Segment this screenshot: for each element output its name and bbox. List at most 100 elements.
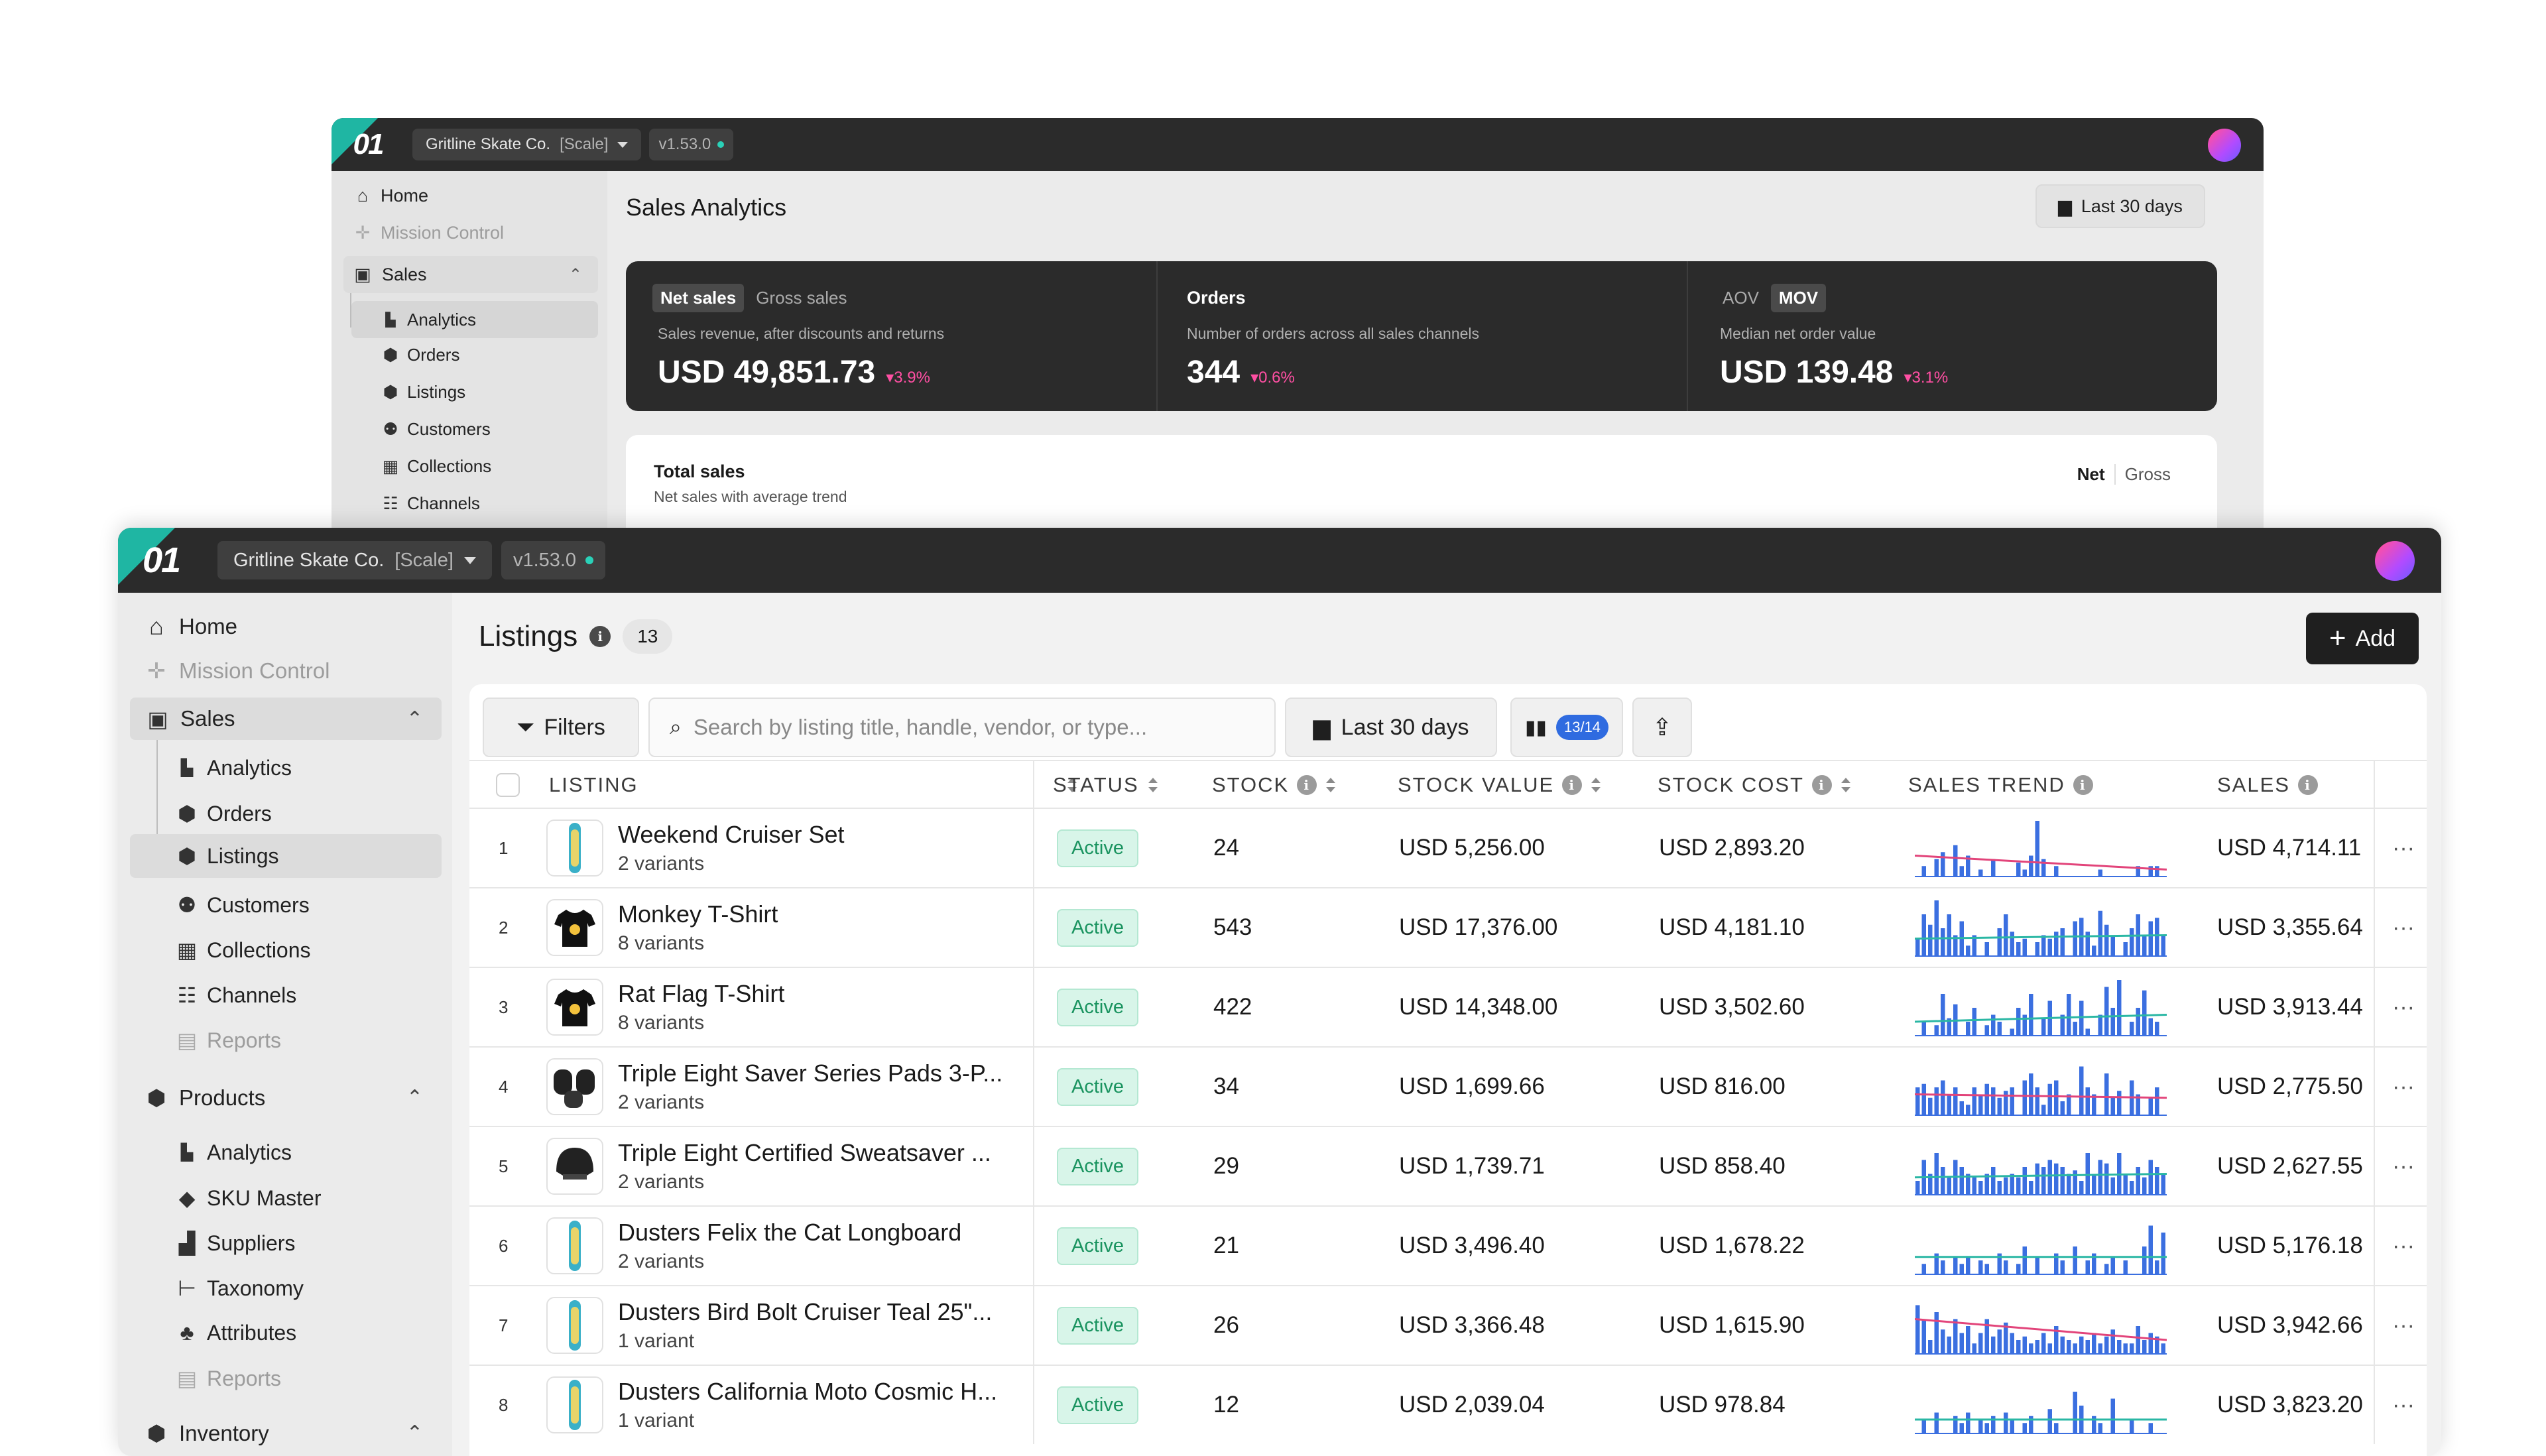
- listing-cell[interactable]: Dusters Bird Bolt Cruiser Teal 25"... 1 …: [546, 1286, 992, 1365]
- back-date-range-button[interactable]: ▆ Last 30 days: [2035, 184, 2205, 228]
- back-nav-orders[interactable]: ⬢ Orders: [382, 345, 460, 365]
- sparkline-trend: [1915, 855, 2167, 871]
- tab-gross-sales[interactable]: Gross sales: [748, 284, 855, 312]
- listing-cell[interactable]: Monkey T-Shirt 8 variants: [546, 888, 778, 967]
- row-menu-button[interactable]: ···: [2392, 1286, 2415, 1365]
- sparkline-bar: [2035, 1087, 2039, 1115]
- back-nav-sales[interactable]: ▣ Sales ⌃: [343, 256, 598, 293]
- kpi-value: USD 139.48: [1720, 355, 1894, 390]
- nav-taxonomy[interactable]: ⊢ Taxonomy: [176, 1276, 304, 1301]
- status-badge: Active: [1057, 829, 1138, 867]
- back-nav-mission[interactable]: ✛ Mission Control: [351, 223, 504, 243]
- row-menu-button[interactable]: ···: [2392, 1366, 2415, 1444]
- back-nav-home[interactable]: ⌂ Home: [351, 186, 428, 206]
- row-menu-button[interactable]: ···: [2392, 968, 2415, 1046]
- nav-sku-master[interactable]: ◆ SKU Master: [176, 1185, 322, 1211]
- listing-cell[interactable]: Weekend Cruiser Set 2 variants: [546, 809, 845, 887]
- table-row[interactable]: 1 Weekend Cruiser Set 2 variants Active …: [469, 808, 2427, 887]
- front-workspace-switcher[interactable]: Gritline Skate Co. [Scale]: [217, 541, 492, 579]
- nav-orders[interactable]: ⬢ Orders: [176, 801, 272, 826]
- col-listing[interactable]: LISTING: [549, 761, 1093, 809]
- tab-aov[interactable]: AOV: [1715, 284, 1767, 312]
- table-row[interactable]: 4 Triple Eight Saver Series Pads 3-P... …: [469, 1046, 2427, 1126]
- table-row[interactable]: 8 Dusters California Moto Cosmic H... 1 …: [469, 1365, 2427, 1444]
- row-menu-button[interactable]: ···: [2392, 1048, 2415, 1126]
- listing-cell[interactable]: Dusters California Moto Cosmic H... 1 va…: [546, 1366, 997, 1444]
- stock-cell: 26: [1213, 1312, 1239, 1338]
- nav-channels[interactable]: ☷ Channels: [176, 983, 297, 1008]
- inbox-icon: ▣: [147, 706, 168, 731]
- status-badge: Active: [1057, 1227, 1138, 1265]
- toggle-gross[interactable]: Gross: [2116, 464, 2180, 485]
- col-status[interactable]: STATUS: [1053, 761, 1158, 809]
- listing-cell[interactable]: Triple Eight Certified Sweatsaver ... 2 …: [546, 1127, 991, 1205]
- nav-products-reports[interactable]: ▤ Reports: [176, 1366, 281, 1391]
- tab-mov[interactable]: MOV: [1770, 284, 1827, 312]
- filters-button[interactable]: ⏷ Filters: [483, 698, 639, 757]
- select-all-checkbox[interactable]: [496, 773, 520, 797]
- sparkline: [1915, 980, 2167, 1036]
- back-nav-customers[interactable]: ⚉ Customers: [382, 419, 490, 440]
- export-button[interactable]: ⇪: [1632, 698, 1692, 757]
- sparkline-bar: [2047, 1083, 2052, 1115]
- col-stock[interactable]: STOCK i: [1212, 761, 1336, 809]
- helmet-icon: [546, 1138, 603, 1195]
- date-range-button[interactable]: ▆ Last 30 days: [1285, 698, 1497, 757]
- nav-products[interactable]: ⬢ Products ⌃: [143, 1085, 442, 1111]
- table-row[interactable]: 7 Dusters Bird Bolt Cruiser Teal 25"... …: [469, 1285, 2427, 1365]
- nav-reports[interactable]: ▤ Reports: [176, 1028, 281, 1053]
- sparkline-bar: [1928, 1097, 1933, 1115]
- columns-button[interactable]: ▮▮ 13/14: [1510, 698, 1623, 757]
- front-avatar[interactable]: [2375, 541, 2415, 581]
- table-row[interactable]: 6 Dusters Felix the Cat Longboard 2 vari…: [469, 1205, 2427, 1285]
- nav-mission-control[interactable]: ✛ Mission Control: [143, 658, 330, 684]
- search-input[interactable]: ⌕ Search by listing title, handle, vendo…: [648, 698, 1276, 757]
- sparkline-bar: [2098, 1343, 2102, 1354]
- status-cell: Active: [1057, 809, 1138, 887]
- nav-inventory[interactable]: ⬢ Inventory ⌃: [143, 1420, 442, 1446]
- kpi-net-sales: Net sales Gross sales Sales revenue, aft…: [626, 261, 1156, 411]
- listing-variants: 1 variant: [618, 1330, 695, 1352]
- row-menu-button[interactable]: ···: [2392, 809, 2415, 887]
- col-stock-value[interactable]: STOCK VALUE i: [1398, 761, 1601, 809]
- row-menu-button[interactable]: ···: [2392, 1127, 2415, 1205]
- table-row[interactable]: 3 Rat Flag T-Shirt 8 variants Active 422…: [469, 967, 2427, 1046]
- toggle-net[interactable]: Net: [2068, 464, 2116, 485]
- back-workspace-switcher[interactable]: Gritline Skate Co. [Scale]: [412, 129, 642, 160]
- nav-suppliers[interactable]: ▟ Suppliers: [176, 1231, 296, 1256]
- sparkline-bar: [1984, 1264, 1989, 1274]
- sparkline-bar: [1953, 1087, 1958, 1115]
- kpi-desc: Number of orders across all sales channe…: [1187, 325, 1480, 342]
- sparkline-bar: [2054, 1163, 2059, 1195]
- col-stock-cost[interactable]: STOCK COST i: [1658, 761, 1850, 809]
- back-nav-collections[interactable]: ▦ Collections: [382, 456, 491, 477]
- table-row[interactable]: 5 Triple Eight Certified Sweatsaver ... …: [469, 1126, 2427, 1205]
- back-avatar[interactable]: [2208, 129, 2241, 162]
- table-row[interactable]: 2 Monkey T-Shirt 8 variants Active 543 U…: [469, 887, 2427, 967]
- info-icon[interactable]: i: [589, 626, 611, 647]
- nav-sales[interactable]: ▣ Sales ⌃: [130, 698, 442, 740]
- listing-cell[interactable]: Triple Eight Saver Series Pads 3-P... 2 …: [546, 1048, 1002, 1126]
- listing-cell[interactable]: Dusters Felix the Cat Longboard 2 varian…: [546, 1207, 961, 1285]
- listings-table: LISTING STATUS STOCK i STOCK VALUE i STOCK…: [469, 760, 2427, 1456]
- sparkline-bar: [1934, 1412, 1939, 1433]
- nav-customers[interactable]: ⚉ Customers: [176, 892, 310, 918]
- nav-products-analytics[interactable]: ▙ Analytics: [176, 1140, 292, 1165]
- row-number: 7: [499, 1315, 509, 1335]
- tab-net-sales[interactable]: Net sales: [652, 284, 745, 312]
- back-nav-analytics[interactable]: ▙ Analytics: [351, 301, 598, 338]
- sparkline-bar: [2098, 910, 2102, 956]
- add-button[interactable]: + Add: [2306, 613, 2419, 664]
- nav-home[interactable]: ⌂ Home: [143, 613, 237, 640]
- back-nav-listings[interactable]: ⬢ Listings: [382, 382, 466, 402]
- nav-listings[interactable]: ⬢ Listings: [130, 834, 442, 878]
- sparkline-bar: [1947, 1094, 1951, 1115]
- listing-cell[interactable]: Rat Flag T-Shirt 8 variants: [546, 968, 784, 1046]
- nav-attributes[interactable]: ♣ Attributes: [176, 1321, 297, 1345]
- nav-sales-analytics[interactable]: ▙ Analytics: [176, 756, 292, 780]
- back-nav-channels[interactable]: ☷ Channels: [382, 493, 480, 514]
- row-menu-button[interactable]: ···: [2392, 888, 2415, 967]
- col-sales[interactable]: SALES i: [2217, 761, 2318, 809]
- nav-collections[interactable]: ▦ Collections: [176, 938, 311, 963]
- row-menu-button[interactable]: ···: [2392, 1207, 2415, 1285]
